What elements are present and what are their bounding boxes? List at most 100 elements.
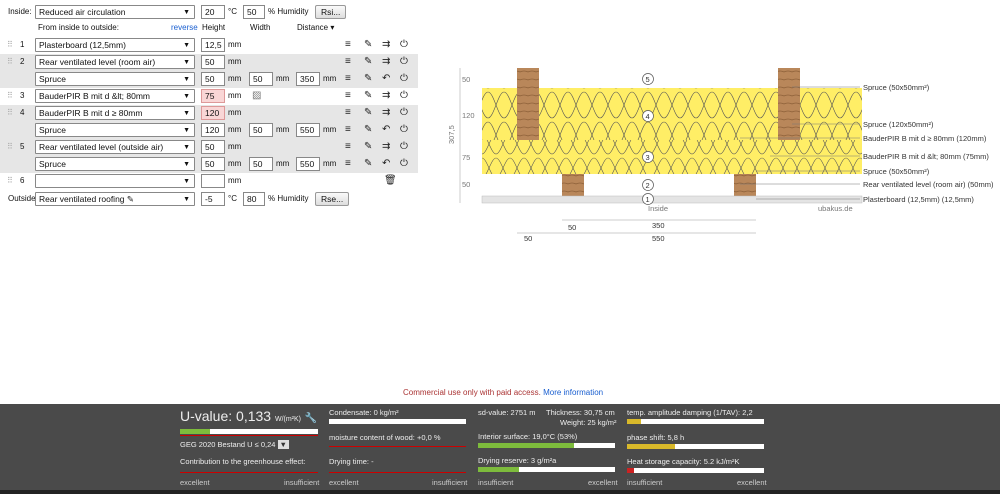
menu-icon[interactable]: ≡ [345, 106, 351, 120]
legend-entry: Spruce (120x50mm²) [863, 120, 934, 129]
add-layer-icon[interactable]: ⇉ [382, 106, 390, 120]
layer-height-input[interactable]: 75 [201, 89, 225, 103]
power-icon[interactable]: ⏻ [400, 123, 408, 137]
chevron-down-icon: ▼ [183, 178, 190, 185]
pencil-icon[interactable]: ✎ [364, 72, 372, 86]
uvalue-display: U-value: 0,133 W/(m²K) 🔧 [180, 408, 317, 424]
drag-handle-icon[interactable]: ⠿ [7, 89, 13, 103]
power-icon[interactable]: ⏻ [400, 89, 408, 103]
sub-height-input[interactable]: 50 [201, 157, 225, 171]
sub-material-select[interactable]: Spruce ▼ [35, 157, 195, 171]
add-layer-icon[interactable]: ⇉ [382, 89, 390, 103]
menu-icon[interactable]: ≡ [345, 157, 351, 171]
pencil-icon[interactable]: ✎ [127, 194, 134, 204]
pencil-icon[interactable]: ✎ [364, 106, 372, 120]
inside-humidity-input[interactable]: 50 [243, 5, 265, 19]
drag-handle-icon[interactable]: ⠿ [7, 55, 13, 69]
layer-material-select[interactable]: Rear ventilated level (room air) ▼ [35, 55, 195, 69]
outside-temp-input[interactable]: -5 [201, 192, 225, 206]
spruce-beam [778, 68, 800, 140]
layer-material-select[interactable]: ▼ [35, 174, 195, 188]
chevron-down-icon: ▼ [183, 127, 190, 134]
layer-height-unit: mm [228, 176, 242, 185]
dim-label: 120 [462, 111, 475, 120]
drag-handle-icon[interactable]: ⠿ [7, 174, 13, 188]
pencil-icon[interactable]: ✎ [364, 38, 372, 52]
power-icon[interactable]: ⏻ [400, 140, 408, 154]
scale-insufficient: insufficient [478, 478, 514, 487]
menu-icon[interactable]: ≡ [345, 89, 351, 103]
sub-material-select[interactable]: Spruce ▼ [35, 72, 195, 86]
chevron-down-icon: ▼ [183, 76, 190, 83]
hatch-add-icon[interactable]: ▨ [252, 89, 261, 103]
layer-material-select[interactable]: BauderPIR B mit d ≥ 80mm ▼ [35, 106, 195, 120]
sub-distance-input[interactable]: 550 [296, 157, 320, 171]
trash-icon[interactable]: 🗑 [384, 174, 397, 188]
layer-height-input[interactable]: 120 [201, 106, 225, 120]
inside-ventilation-select[interactable]: Reduced air circulation ▼ [35, 5, 195, 19]
dim-label: 550 [652, 234, 665, 243]
pencil-icon[interactable]: ✎ [364, 157, 372, 171]
inside-temp-input[interactable]: 20 [201, 5, 225, 19]
power-icon[interactable]: ⏻ [400, 106, 408, 120]
interior-surface: Interior surface: 19,0°C (53%) [478, 432, 578, 441]
inside-label: Inside: [8, 7, 32, 16]
drag-handle-icon[interactable]: ⠿ [7, 140, 13, 154]
menu-icon[interactable]: ≡ [345, 38, 351, 52]
rsi-button[interactable]: Rsi... [315, 5, 347, 19]
menu-icon[interactable]: ≡ [345, 123, 351, 137]
add-layer-icon[interactable]: ⇉ [382, 38, 390, 52]
sub-material-value: Spruce [39, 74, 66, 84]
layer-marker-number: 1 [646, 195, 650, 204]
distance-header[interactable]: Distance ▾ [297, 21, 334, 35]
layer-number: 6 [20, 176, 25, 185]
sub-height-input[interactable]: 120 [201, 123, 225, 137]
from-inside-label: From inside to outside: [38, 23, 119, 32]
power-icon[interactable]: ⏻ [400, 157, 408, 171]
add-layer-icon[interactable]: ⇉ [382, 140, 390, 154]
sub-width-unit: mm [276, 159, 290, 168]
undo-icon[interactable]: ↶ [382, 123, 390, 137]
outside-roofing-select[interactable]: Rear ventilated roofing ✎ ▼ [35, 192, 195, 206]
sub-distance-input[interactable]: 550 [296, 123, 320, 137]
reverse-link[interactable]: reverse [171, 21, 198, 35]
sub-height-input[interactable]: 50 [201, 72, 225, 86]
pencil-icon[interactable]: ✎ [364, 89, 372, 103]
condensate-bar [329, 419, 466, 424]
power-icon[interactable]: ⏻ [400, 38, 408, 52]
menu-icon[interactable]: ≡ [345, 72, 351, 86]
drag-handle-icon[interactable]: ⠿ [7, 106, 13, 120]
undo-icon[interactable]: ↶ [382, 72, 390, 86]
power-icon[interactable]: ⏻ [400, 55, 408, 69]
dim-total: 307,5 [447, 125, 456, 144]
sub-distance-input[interactable]: 350 [296, 72, 320, 86]
chevron-down-icon[interactable]: ▼ [277, 440, 289, 449]
menu-icon[interactable]: ≡ [345, 140, 351, 154]
pencil-icon[interactable]: ✎ [364, 55, 372, 69]
pencil-icon[interactable]: ✎ [364, 140, 372, 154]
undo-icon[interactable]: ↶ [382, 157, 390, 171]
layer-height-input[interactable] [201, 174, 225, 188]
sub-width-input[interactable]: 50 [249, 123, 273, 137]
outside-humidity-input[interactable]: 80 [243, 192, 265, 206]
add-layer-icon[interactable]: ⇉ [382, 55, 390, 69]
results-panel: U-value: 0,133 W/(m²K) 🔧 GEG 2020 Bestan… [0, 404, 1000, 490]
layer-material-select[interactable]: BauderPIR B mit d &lt; 80mm ▼ [35, 89, 195, 103]
menu-icon[interactable]: ≡ [345, 55, 351, 69]
rse-button[interactable]: Rse... [315, 192, 350, 206]
spruce-batten [734, 174, 756, 196]
layer-material-select[interactable]: Plasterboard (12,5mm) ▼ [35, 38, 195, 52]
layer-material-select[interactable]: Rear ventilated level (outside air) ▼ [35, 140, 195, 154]
layer-height-input[interactable]: 50 [201, 55, 225, 69]
wrench-icon[interactable]: 🔧 [305, 413, 317, 424]
drag-handle-icon[interactable]: ⠿ [7, 38, 13, 52]
layer-height-input[interactable]: 50 [201, 140, 225, 154]
layer-height-input[interactable]: 12,5 [201, 38, 225, 52]
sub-width-input[interactable]: 50 [249, 157, 273, 171]
power-icon[interactable]: ⏻ [400, 72, 408, 86]
pencil-icon[interactable]: ✎ [364, 123, 372, 137]
sub-material-select[interactable]: Spruce ▼ [35, 123, 195, 137]
uvalue-unit: W/(m²K) [274, 416, 302, 423]
sub-width-input[interactable]: 50 [249, 72, 273, 86]
more-info-link[interactable]: More information [543, 388, 603, 397]
